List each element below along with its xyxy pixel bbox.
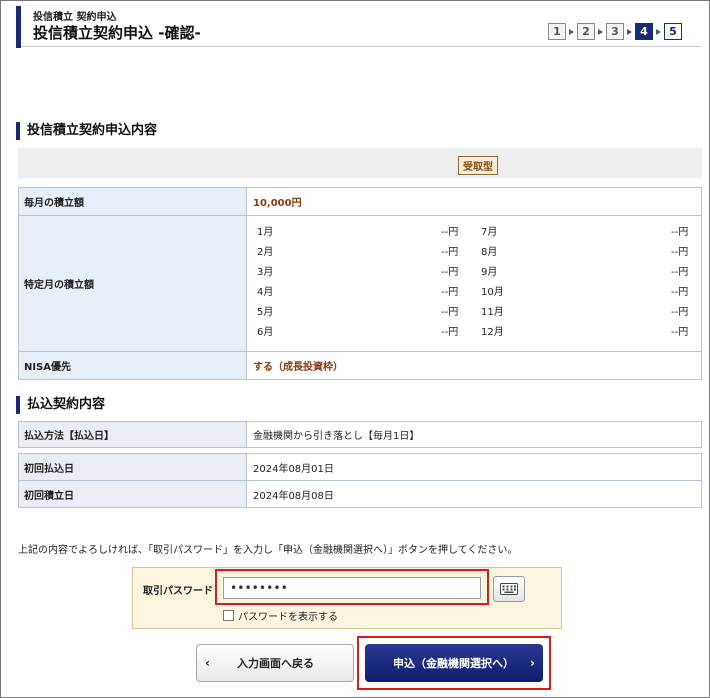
step-arrow-icon	[598, 28, 603, 35]
password-panel: 取引パスワード •••••••• パスワードを表示する	[132, 567, 562, 629]
table-row: 特定月の積立額 1月 --円 7月 --円 2月 --円 8月 --円 3月 -…	[18, 215, 702, 352]
first-payment-value: 2024年08月01日	[246, 453, 702, 481]
payment-method-value: 金融機関から引き落とし【毎月1日】	[246, 421, 702, 448]
nisa-value: する（成長投資枠）	[246, 351, 702, 380]
step-indicator: 1 2 3 4 5	[548, 23, 682, 40]
show-password-checkbox[interactable]	[223, 610, 234, 621]
month-row: 5月 --円 11月 --円	[253, 303, 703, 323]
month-name: 7月	[481, 226, 498, 238]
nisa-label: NISA優先	[18, 351, 247, 380]
month-name: 4月	[257, 286, 274, 298]
month-amount: --円	[671, 266, 689, 278]
month-amount: --円	[671, 226, 689, 238]
month-row: 4月 --円 10月 --円	[253, 283, 703, 303]
password-highlight: ••••••••	[215, 569, 489, 605]
month-amount: --円	[671, 246, 689, 258]
show-password-label: パスワードを表示する	[238, 612, 338, 623]
month-name: 1月	[257, 226, 274, 238]
month-name: 6月	[257, 326, 274, 338]
first-investment-value: 2024年08月08日	[246, 480, 702, 508]
table-row: 払込方法【払込日】 金融機関から引き落とし【毎月1日】	[18, 421, 702, 448]
show-password-toggle[interactable]: パスワードを表示する	[223, 608, 338, 623]
month-name: 9月	[481, 266, 498, 278]
month-grid: 1月 --円 7月 --円 2月 --円 8月 --円 3月 --円 9月 --…	[253, 217, 701, 351]
software-keyboard-button[interactable]	[493, 576, 525, 602]
submit-button[interactable]: 申込（金融機関選択へ） ›	[365, 644, 543, 682]
payment-method-table: 払込方法【払込日】 金融機関から引き落とし【毎月1日】	[18, 421, 702, 448]
month-amount: --円	[671, 326, 689, 338]
step-5: 5	[664, 23, 682, 40]
password-input[interactable]: ••••••••	[223, 577, 481, 599]
special-month-label: 特定月の積立額	[18, 215, 247, 352]
month-row: 6月 --円 12月 --円	[253, 323, 703, 343]
month-row: 2月 --円 8月 --円	[253, 243, 703, 263]
step-2: 2	[577, 23, 595, 40]
breadcrumb: 投信積立 契約申込	[33, 12, 117, 23]
month-amount: --円	[671, 286, 689, 298]
month-amount: --円	[441, 306, 459, 318]
month-name: 12月	[481, 326, 504, 338]
month-amount: --円	[441, 266, 459, 278]
type-bar: 受取型	[18, 148, 702, 178]
monthly-amount-label: 毎月の積立額	[18, 187, 247, 216]
type-badge: 受取型	[458, 156, 498, 175]
instruction-note: 上記の内容でよろしければ、「取引パスワード」を入力し「申込（金融機関選択へ）」ボ…	[18, 545, 518, 556]
header-divider	[21, 46, 701, 47]
chevron-left-icon: ‹	[205, 656, 210, 670]
first-payment-label: 初回払込日	[18, 453, 247, 481]
month-name: 8月	[481, 246, 498, 258]
month-name: 10月	[481, 286, 504, 298]
month-amount: --円	[441, 246, 459, 258]
month-amount: --円	[671, 306, 689, 318]
chevron-right-icon: ›	[530, 656, 535, 670]
keyboard-icon	[500, 583, 518, 595]
submit-highlight: 申込（金融機関選択へ） ›	[357, 636, 551, 690]
month-amount: --円	[441, 326, 459, 338]
page-title: 投信積立契約申込 -確認-	[33, 24, 201, 42]
month-name: 11月	[481, 306, 504, 318]
table-row: NISA優先 する（成長投資枠）	[18, 351, 702, 380]
month-row: 1月 --円 7月 --円	[253, 223, 703, 243]
table-row: 初回積立日 2024年08月08日	[18, 480, 702, 508]
table-row: 毎月の積立額 10,000円	[18, 187, 702, 216]
submit-button-label: 申込（金融機関選択へ）	[393, 657, 514, 670]
month-name: 3月	[257, 266, 274, 278]
first-investment-label: 初回積立日	[18, 480, 247, 508]
step-arrow-icon	[627, 28, 632, 35]
payment-method-label: 払込方法【払込日】	[18, 421, 247, 448]
page-header: 投信積立 契約申込 投信積立契約申込 -確認- 1 2 3 4 5	[16, 6, 701, 48]
payment-dates-table: 初回払込日 2024年08月01日 初回積立日 2024年08月08日	[18, 453, 702, 508]
monthly-amount-value: 10,000円	[246, 187, 702, 216]
contract-table: 毎月の積立額 10,000円 特定月の積立額 1月 --円 7月 --円 2月 …	[18, 187, 702, 380]
step-arrow-icon	[656, 28, 661, 35]
special-month-values: 1月 --円 7月 --円 2月 --円 8月 --円 3月 --円 9月 --…	[246, 215, 702, 352]
step-1: 1	[548, 23, 566, 40]
month-amount: --円	[441, 286, 459, 298]
month-amount: --円	[441, 226, 459, 238]
step-4-current: 4	[635, 23, 653, 40]
table-row: 初回払込日 2024年08月01日	[18, 453, 702, 481]
payment-section-heading: 払込契約内容	[16, 396, 105, 414]
step-arrow-icon	[569, 28, 574, 35]
password-label: 取引パスワード	[143, 586, 213, 597]
month-name: 5月	[257, 306, 274, 318]
month-row: 3月 --円 9月 --円	[253, 263, 703, 283]
nisa-text: する（成長投資枠）	[253, 362, 343, 373]
step-3: 3	[606, 23, 624, 40]
back-button-label: 入力画面へ戻る	[237, 657, 314, 670]
monthly-amount-text: 10,000円	[253, 198, 302, 209]
back-to-input-button[interactable]: ‹ 入力画面へ戻る	[196, 644, 354, 682]
month-name: 2月	[257, 246, 274, 258]
contract-section-heading: 投信積立契約申込内容	[16, 122, 157, 140]
